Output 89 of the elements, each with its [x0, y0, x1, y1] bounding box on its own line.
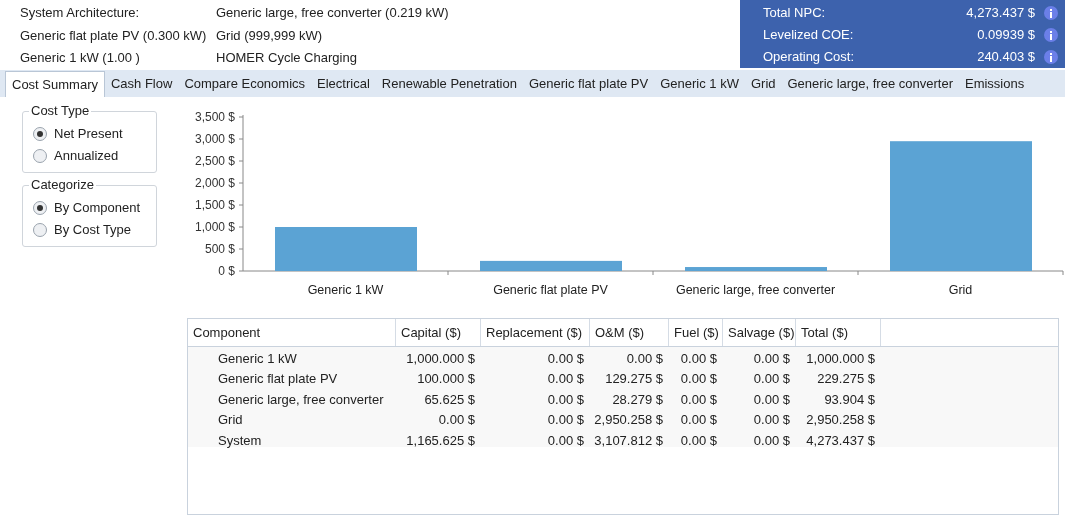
x-category-label: Grid [948, 283, 973, 297]
x-category-label: Generic 1 kW [307, 283, 384, 297]
metric-label: Levelized COE: [763, 26, 855, 45]
table-cell-text: 0.00 $ [752, 411, 791, 429]
y-tick-label: 2,000 $ [194, 176, 235, 190]
radio-label[interactable]: By Cost Type [54, 220, 132, 240]
info-icon[interactable] [1044, 28, 1058, 42]
summary-text: Generic flat plate PV (0.300 kW) [20, 26, 208, 45]
table-cell-text: 1,165.625 $ [405, 431, 476, 450]
table-cell-text: 28.279 $ [611, 390, 664, 409]
table-cell-text: 0.00 $ [752, 349, 791, 368]
metric-value: 4,273.437 $ [965, 4, 1035, 23]
y-tick-label: 1,500 $ [194, 198, 235, 212]
table-cell-text: 0.00 $ [546, 431, 585, 450]
x-category-label: Generic flat plate PV [493, 283, 608, 297]
info-icon[interactable] [1044, 50, 1058, 64]
info-icon[interactable] [1044, 6, 1058, 20]
table-cell-text: Generic flat plate PV [217, 370, 339, 388]
column-header[interactable]: Fuel ($) [669, 319, 723, 346]
radio-label[interactable]: Net Present [54, 124, 123, 144]
table-cell-text: Generic 1 kW [217, 349, 298, 368]
tab[interactable]: Generic large, free converter [781, 71, 959, 97]
metric-value: 0.09939 $ [976, 26, 1035, 45]
tab[interactable]: Emissions [958, 71, 1031, 97]
y-tick-label: 3,000 $ [194, 132, 235, 146]
table-cell-text: 0.00 $ [625, 349, 664, 368]
table-cell-text: 4,273.437 $ [805, 431, 876, 450]
radio-label[interactable]: By Component [54, 198, 140, 218]
table-cell-text: System [217, 431, 263, 450]
table-cell-text: 1,000.000 $ [805, 349, 876, 368]
column-header[interactable]: Total ($) [796, 319, 881, 346]
tab[interactable]: Renewable Penetration [375, 71, 523, 97]
table-cell-text: 0.00 $ [679, 411, 718, 429]
group-title: Cost Type [29, 103, 92, 119]
y-tick-label: 1,000 $ [194, 220, 235, 234]
table-cell-text: 0.00 $ [752, 390, 791, 409]
table-cell-text: Generic large, free converter [217, 390, 385, 409]
summary-text: Generic 1 kW (1.00 ) [20, 49, 141, 68]
table-cell-text: 0.00 $ [679, 390, 718, 409]
y-tick-label: 3,500 $ [194, 110, 235, 124]
y-tick-label: 2,500 $ [194, 154, 235, 168]
radio-label[interactable]: Annualized [54, 146, 119, 166]
tab[interactable]: Cash Flow [104, 71, 179, 97]
table-cell-text: 0.00 $ [546, 390, 585, 409]
tab[interactable]: Cost Summary [5, 71, 105, 97]
summary-text: HOMER Cycle Charging [216, 49, 358, 68]
column-header[interactable]: Component [188, 319, 396, 346]
x-category-label: Generic large, free converter [675, 283, 836, 297]
metric-value: 240.403 $ [976, 48, 1035, 67]
table-cell-text: 0.00 $ [752, 370, 791, 388]
tab[interactable]: Generic flat plate PV [522, 71, 655, 97]
table-cell-text: 0.00 $ [546, 370, 585, 388]
table-cell-text: Grid [217, 411, 244, 429]
table-cell-text: 93.904 $ [823, 390, 876, 409]
column-header[interactable]: Salvage ($) [723, 319, 796, 346]
column-header[interactable]: O&M ($) [590, 319, 669, 346]
table-cell-text: 0.00 $ [679, 431, 718, 450]
radio-button[interactable] [33, 127, 47, 141]
column-header[interactable]: Capital ($) [396, 319, 481, 346]
table-cell-text: 1,000.000 $ [405, 349, 476, 368]
y-tick-label: 500 $ [204, 242, 235, 256]
column-header[interactable]: Replacement ($) [481, 319, 590, 346]
table-cell-text: 0.00 $ [679, 349, 718, 368]
table-cell-text: 0.00 $ [752, 431, 791, 450]
metric-label: Operating Cost: [763, 48, 856, 67]
table-cell-text: 2,950.258 $ [593, 411, 664, 429]
summary-text: Generic large, free converter (0.219 kW) [216, 4, 450, 22]
table-cell-text: 0.00 $ [546, 349, 585, 368]
tab[interactable]: Grid [744, 71, 782, 97]
table-cell-text: 129.275 $ [604, 370, 664, 388]
y-tick-label: 0 $ [218, 264, 235, 278]
radio-button[interactable] [33, 223, 47, 237]
summary-text: System Architecture: [20, 4, 141, 22]
table-cell-text: 0.00 $ [546, 411, 585, 429]
table-cell-text: 0.00 $ [679, 370, 718, 388]
metric-label: Total NPC: [763, 4, 827, 23]
table-cell-text: 0.00 $ [437, 411, 476, 429]
group-title: Categorize [29, 177, 96, 193]
tab[interactable]: Compare Economics [178, 71, 312, 97]
radio-button[interactable] [33, 201, 47, 215]
tab[interactable]: Generic 1 kW [654, 71, 745, 97]
table-cell-text: 65.625 $ [423, 390, 476, 409]
table-cell-text: 2,950.258 $ [805, 411, 876, 429]
table-cell-text: 100.000 $ [416, 370, 476, 388]
radio-button[interactable] [33, 149, 47, 163]
table-cell-text: 229.275 $ [816, 370, 876, 388]
summary-text: Grid (999,999 kW) [216, 26, 324, 45]
table-cell-text: 3,107.812 $ [593, 431, 664, 450]
tab[interactable]: Electrical [311, 71, 376, 97]
